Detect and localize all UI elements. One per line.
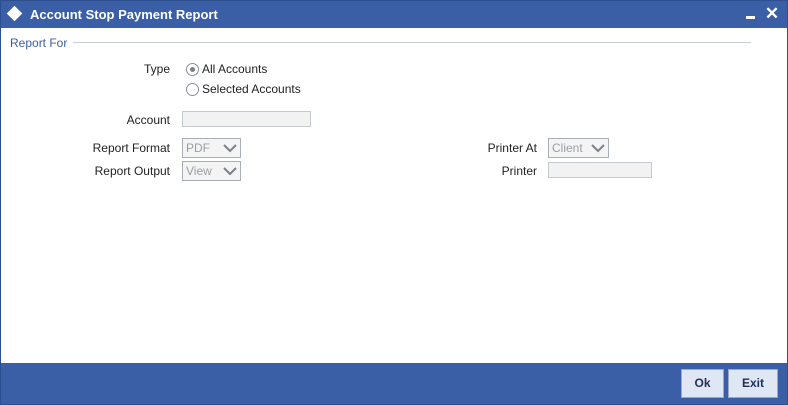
report-format-select[interactable]: PDF <box>182 138 241 158</box>
report-output-select[interactable]: View <box>182 161 241 181</box>
report-output-value: View <box>186 164 212 178</box>
section-divider <box>73 42 751 43</box>
account-input[interactable] <box>182 111 311 127</box>
minimize-button[interactable] <box>742 4 760 24</box>
radio-selected-accounts[interactable] <box>186 83 199 96</box>
diamond-icon <box>6 5 23 22</box>
chevron-down-icon <box>223 144 237 153</box>
account-stop-payment-report-window: Account Stop Payment Report ✕ Report For… <box>0 0 788 405</box>
report-format-value: PDF <box>186 141 210 155</box>
radio-all-accounts[interactable] <box>186 63 199 76</box>
title-bar[interactable]: Account Stop Payment Report ✕ <box>1 1 787 28</box>
account-label: Account <box>126 113 170 127</box>
chevron-down-icon <box>223 167 237 176</box>
printer-input[interactable] <box>548 162 652 178</box>
printer-at-value: Client <box>552 141 583 155</box>
chevron-down-icon <box>591 144 605 153</box>
close-button[interactable]: ✕ <box>763 4 781 24</box>
radio-selected-accounts-label[interactable]: Selected Accounts <box>202 82 301 96</box>
type-label: Type <box>143 62 170 76</box>
radio-all-accounts-label[interactable]: All Accounts <box>202 62 267 76</box>
report-output-label: Report Output <box>94 164 170 178</box>
footer-bar: Ok Exit <box>1 363 787 404</box>
report-format-label: Report Format <box>92 141 170 155</box>
section-title-report-for: Report For <box>10 36 68 50</box>
printer-at-select[interactable]: Client <box>548 138 609 158</box>
exit-button[interactable]: Exit <box>728 369 778 398</box>
printer-label: Printer <box>501 164 537 178</box>
window-title: Account Stop Payment Report <box>30 7 218 22</box>
printer-at-label: Printer At <box>487 141 537 155</box>
ok-button[interactable]: Ok <box>681 369 724 398</box>
